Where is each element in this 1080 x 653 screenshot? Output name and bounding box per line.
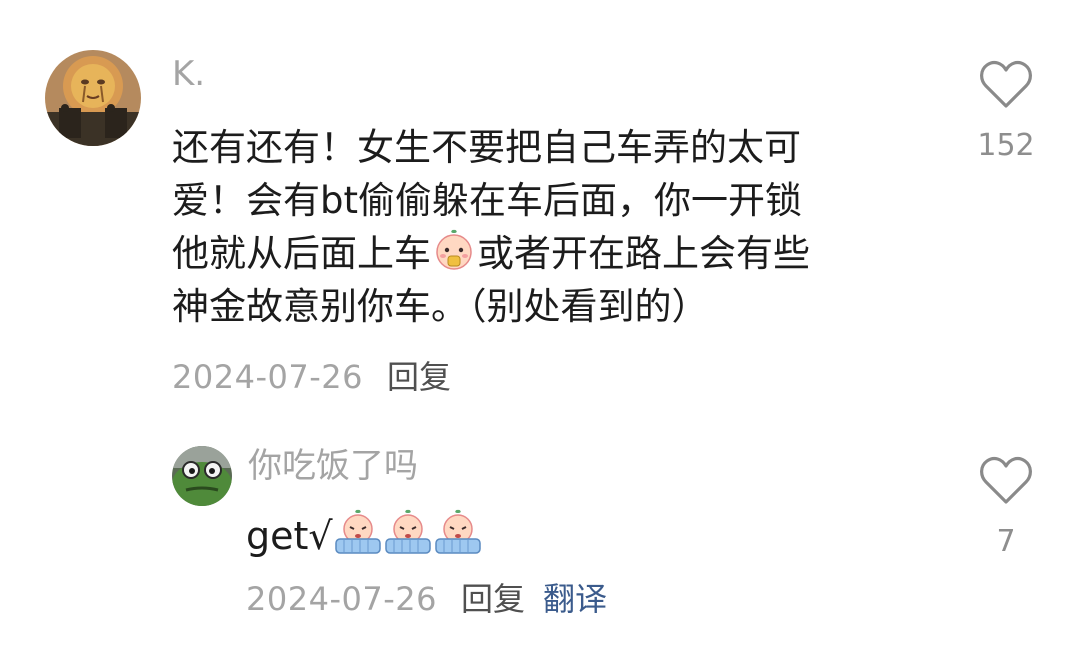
heart-outline-icon	[980, 60, 1032, 108]
reply-body: get√	[246, 508, 483, 570]
comment-line-part: 或者开在路上会有些	[477, 232, 810, 275]
crying-peach-emoji-icon	[334, 509, 382, 570]
comment-username[interactable]: K.	[172, 54, 205, 94]
peach-face-emoji-icon	[432, 228, 476, 286]
reply-meta: 2024-07-26 回复 翻译	[246, 579, 607, 619]
comment-date: 2024-07-26	[172, 358, 363, 396]
comment-line: 爱！会有bt偷偷躲在车后面，你一开锁	[172, 179, 802, 222]
green-cartoon-avatar-icon	[172, 446, 232, 506]
reply-avatar[interactable]	[172, 446, 232, 506]
like-count: 152	[977, 128, 1035, 163]
reply-username[interactable]: 你吃饭了吗	[248, 446, 418, 486]
comment-line-part: 他就从后面上车	[172, 232, 431, 275]
crying-peach-emoji-icon	[384, 509, 432, 570]
comment-body: 还有还有！女生不要把自己车弄的太可 爱！会有bt偷偷躲在车后面，你一开锁 他就从…	[172, 121, 912, 333]
reply-date: 2024-07-26	[246, 580, 437, 618]
heart-outline-icon	[980, 456, 1032, 504]
comment-line-with-emoji: 他就从后面上车 或者开在路上会有些	[172, 227, 912, 280]
reply-like-button[interactable]: 7	[961, 456, 1051, 560]
reply-button[interactable]: 回复	[461, 580, 525, 618]
reply-button[interactable]: 回复	[387, 358, 451, 396]
comment-thread: K. 还有还有！女生不要把自己车弄的太可 爱！会有bt偷偷躲在车后面，你一开锁 …	[0, 0, 1080, 653]
like-button[interactable]: 152	[961, 60, 1051, 164]
comment-line: 还有还有！女生不要把自己车弄的太可	[172, 126, 801, 169]
comment-meta: 2024-07-26 回复	[172, 357, 469, 397]
reply-text: get√	[246, 514, 333, 558]
sun-face-avatar-icon	[45, 50, 141, 146]
reply-like-count: 7	[996, 524, 1016, 559]
crying-peach-emoji-icon	[434, 509, 482, 570]
avatar[interactable]	[45, 50, 141, 146]
comment-line: 神金故意别你车。（别处看到的）	[172, 285, 709, 328]
translate-button[interactable]: 翻译	[543, 580, 607, 618]
